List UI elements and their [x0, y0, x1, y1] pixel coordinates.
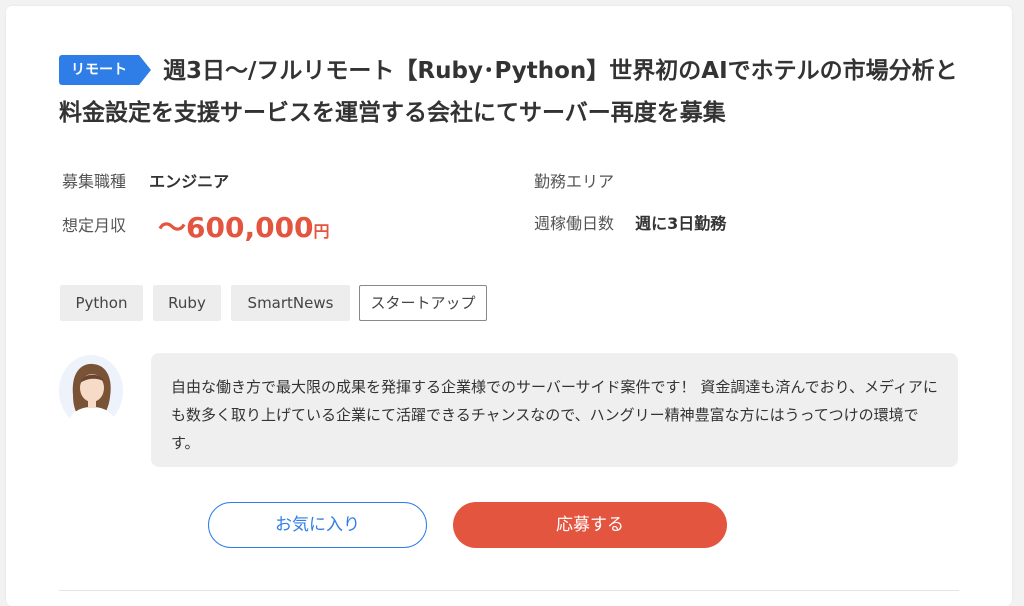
area-label: 勤務エリア: [534, 172, 615, 191]
tag-python[interactable]: Python: [60, 285, 143, 321]
salary-unit: 円: [313, 222, 330, 241]
tag-smartnews[interactable]: SmartNews: [231, 285, 350, 321]
favorite-button[interactable]: お気に入り: [208, 502, 427, 548]
job-title[interactable]: 週3日〜/フルリモート【Ruby･Python】世界初のAIでホテルの市場分析と…: [59, 58, 958, 126]
days-label: 週稼働日数: [534, 214, 615, 233]
role-value: エンジニア: [149, 172, 230, 191]
consultant-comment-text: 自由な働き方で最大限の成果を発揮する企業様でのサーバーサイド案件です！ 資金調達…: [171, 378, 938, 452]
remote-badge: リモート: [59, 55, 151, 85]
job-title-block: リモート 週3日〜/フルリモート【Ruby･Python】世界初のAIでホテルの市…: [59, 50, 959, 134]
card-divider: [59, 590, 959, 591]
tag-startup[interactable]: スタートアップ: [359, 285, 487, 321]
consultant-avatar: [59, 355, 123, 427]
avatar-person-icon: [59, 355, 123, 427]
days-value: 週に3日勤務: [635, 214, 727, 233]
salary-amount: 〜600,000: [158, 211, 314, 244]
role-label: 募集職種: [62, 172, 127, 191]
salary-label: 想定月収: [62, 216, 127, 235]
role-row: 募集職種 エンジニア: [62, 172, 229, 192]
consultant-comment-bubble: 自由な働き方で最大限の成果を発揮する企業様でのサーバーサイド案件です！ 資金調達…: [151, 353, 958, 467]
days-row: 週稼働日数 週に3日勤務: [534, 214, 726, 234]
tag-ruby[interactable]: Ruby: [153, 285, 221, 321]
area-row: 勤務エリア: [534, 172, 614, 192]
job-card: リモート 週3日〜/フルリモート【Ruby･Python】世界初のAIでホテルの市…: [6, 6, 1012, 606]
apply-button[interactable]: 応募する: [453, 502, 727, 548]
salary-value: 〜600,000円: [158, 206, 330, 246]
salary-row: 想定月収: [62, 216, 126, 236]
